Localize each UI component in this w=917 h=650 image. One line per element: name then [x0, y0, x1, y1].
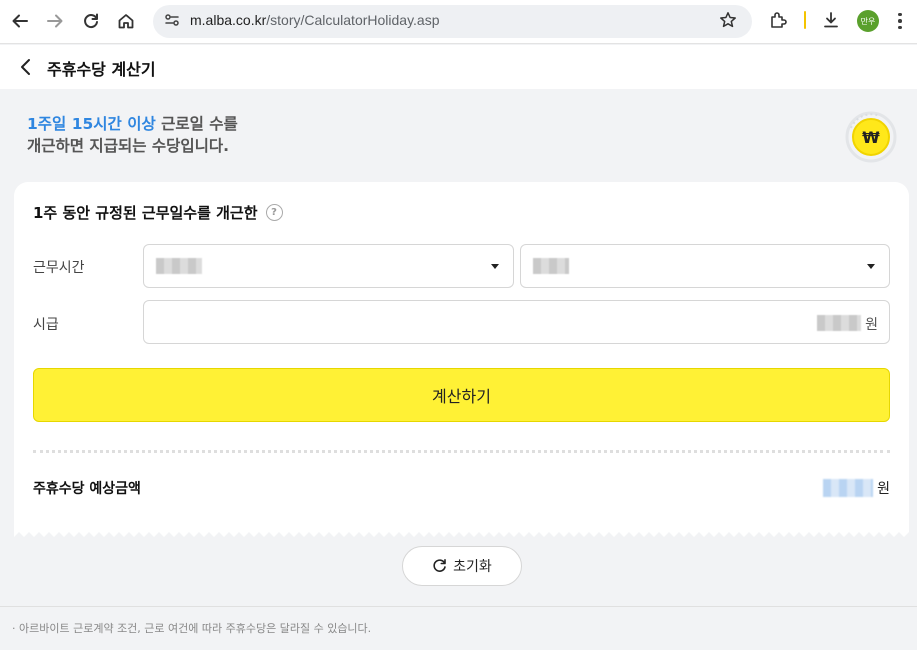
star-icon[interactable] [717, 9, 739, 31]
reset-button[interactable]: 초기화 [402, 546, 522, 586]
calculator-card: 1주 동안 규정된 근무일수를 개근한 ? 근무시간 시급 원 계산하기 주휴수… [14, 182, 909, 532]
extensions-icon[interactable] [767, 9, 789, 31]
site-info-icon[interactable] [162, 10, 182, 30]
wage-unit: 원 [865, 317, 878, 333]
caret-down-icon [867, 264, 875, 269]
result-value: 원 [823, 478, 890, 498]
reset-label: 초기화 [453, 559, 492, 575]
reload-icon[interactable] [79, 9, 103, 33]
intro-line2: 개근하면 지급되는 수당입니다. [27, 137, 230, 155]
browser-toolbar: m.alba.co.kr/story/CalculatorHoliday.asp… [0, 0, 917, 44]
app-header: 주휴수당 계산기 [0, 45, 917, 89]
hourly-wage-input[interactable]: 원 [143, 300, 890, 344]
more-vert-icon[interactable] [894, 10, 906, 32]
wage-label: 시급 [33, 317, 59, 333]
caret-down-icon [491, 264, 499, 269]
dotted-divider [33, 450, 890, 453]
footnote: · 아르바이트 근로계약 조건, 근로 여건에 따라 주휴수당은 달라질 수 있… [12, 622, 372, 635]
calculate-button[interactable]: 계산하기 [33, 368, 890, 422]
intro-text: 1주일 15시간 이상 근로일 수를 개근하면 지급되는 수당입니다. [27, 113, 238, 157]
section-title-text: 1주 동안 규정된 근무일수를 개근한 [33, 204, 258, 222]
home-icon[interactable] [114, 9, 138, 33]
footer-divider [0, 606, 917, 607]
work-hours-select[interactable] [143, 244, 514, 288]
work-minutes-select[interactable] [520, 244, 890, 288]
section-title: 1주 동안 규정된 근무일수를 개근한 ? [33, 202, 283, 223]
page-title: 주휴수당 계산기 [47, 60, 156, 79]
url-host: m.alba.co.kr [190, 12, 267, 28]
svg-text:₩: ₩ [862, 128, 880, 147]
hourly-wage-value-redacted [817, 315, 861, 331]
work-hours-value-redacted [156, 258, 202, 274]
receipt-edge [14, 526, 909, 537]
back-arrow-icon[interactable] [8, 9, 32, 33]
intro-highlight: 1주일 15시간 이상 [27, 115, 156, 133]
url-text[interactable]: m.alba.co.kr/story/CalculatorHoliday.asp [190, 12, 440, 28]
result-label: 주휴수당 예상금액 [33, 481, 141, 497]
download-icon[interactable] [820, 9, 842, 31]
url-path: /story/CalculatorHoliday.asp [266, 12, 440, 28]
back-icon[interactable] [14, 55, 38, 79]
won-coin-icon: ₩ [840, 108, 898, 166]
avatar[interactable]: 만우 [857, 10, 879, 32]
result-amount-redacted [823, 479, 874, 497]
refresh-icon [433, 559, 446, 572]
work-hours-label: 근무시간 [33, 260, 85, 276]
work-minutes-value-redacted [533, 258, 569, 274]
toolbar-divider [804, 11, 806, 29]
result-unit: 원 [877, 481, 890, 497]
forward-arrow-icon[interactable] [43, 9, 67, 33]
help-icon[interactable]: ? [265, 204, 283, 221]
intro-line1-rest: 근로일 수를 [155, 115, 238, 133]
